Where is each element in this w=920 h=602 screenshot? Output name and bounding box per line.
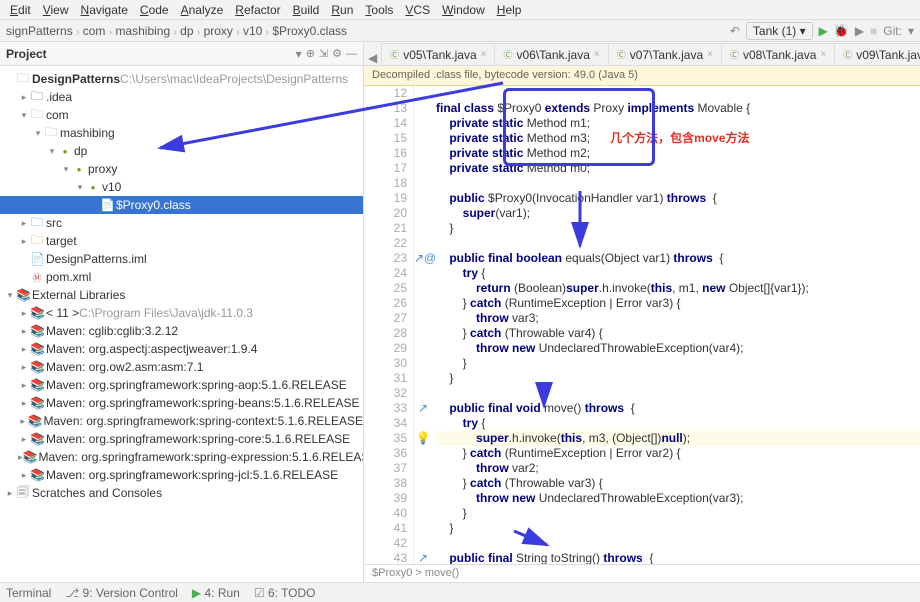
menu-help[interactable]: Help [493, 3, 526, 17]
gear-icon[interactable]: ⚙ [332, 47, 342, 60]
tabs-scroll-left[interactable]: ◀ [364, 51, 381, 65]
status-bar: Terminal ⎇ 9: Version Control ▶ 4: Run ☑… [0, 582, 920, 602]
main-menu-bar: Edit View Navigate Code AnalyzeRefactor Build… [0, 0, 920, 20]
menu-refactor[interactable]: Refactor [231, 3, 284, 17]
tree-item[interactable]: ▾●dp [0, 142, 363, 160]
close-icon[interactable]: × [481, 49, 487, 60]
menu-run[interactable]: Run [327, 3, 357, 17]
run-config-dropdown[interactable]: Tank (1) ▾ [746, 22, 813, 40]
tree-item[interactable]: ▸🗀src [0, 214, 363, 232]
tree-item[interactable]: ▾●proxy [0, 160, 363, 178]
version-control-tab[interactable]: ⎇ 9: Version Control [65, 586, 178, 600]
editor-tab[interactable]: Ⓒv05\Tank.java× [381, 43, 495, 65]
project-root[interactable]: 🗀DesignPatterns C:\Users\mac\IdeaProject… [0, 70, 363, 88]
tree-item[interactable]: ▸📚Maven: org.springframework:spring-expr… [0, 448, 363, 466]
editor-tab[interactable]: Ⓒv09\Tank.java× [834, 43, 920, 65]
tree-item[interactable]: ▸📚Maven: cglib:cglib:3.2.12 [0, 322, 363, 340]
menu-edit[interactable]: Edit [6, 3, 35, 17]
navigation-bar: signPatterns › com › mashibing › dp › pr… [0, 20, 920, 42]
menu-code[interactable]: Code [136, 3, 173, 17]
project-tool-window: Project▾ ⊕ ⇲ ⚙ — 🗀DesignPatterns C:\User… [0, 42, 364, 582]
editor-tabs[interactable]: ◀Ⓒv05\Tank.java×Ⓒv06\Tank.java×Ⓒv07\Tank… [364, 42, 920, 66]
line-number-gutter[interactable]: 1213141516171819202122232425262728293031… [364, 86, 414, 564]
back-icon[interactable]: ↶ [730, 24, 740, 38]
editor-breadcrumb[interactable]: $Proxy0 > move() [364, 564, 920, 582]
git-dropdown-icon[interactable]: ▾ [908, 24, 914, 38]
code-editor[interactable]: final class $Proxy0 extends Proxy implem… [432, 86, 920, 564]
terminal-tab[interactable]: Terminal [6, 586, 51, 600]
menu-tools[interactable]: Tools [361, 3, 397, 17]
tree-item[interactable]: ▸📚Maven: org.aspectj:aspectjweaver:1.9.4 [0, 340, 363, 358]
tree-item[interactable]: ▾🗀com [0, 106, 363, 124]
tree-item[interactable]: ▾●v10 [0, 178, 363, 196]
tree-item[interactable]: ▸📚Maven: org.springframework:spring-bean… [0, 394, 363, 412]
menu-window[interactable]: Window [438, 3, 489, 17]
menu-view[interactable]: View [39, 3, 73, 17]
tree-item[interactable]: 📄DesignPatterns.iml [0, 250, 363, 268]
menu-analyze[interactable]: Analyze [177, 3, 228, 17]
close-icon[interactable]: × [707, 49, 713, 60]
menu-vcs[interactable]: VCS [401, 3, 434, 17]
hide-icon[interactable]: — [346, 48, 357, 60]
tree-item[interactable]: ▸📚Maven: org.springframework:spring-core… [0, 430, 363, 448]
editor-tab[interactable]: Ⓒv08\Tank.java× [721, 43, 835, 65]
external-libraries[interactable]: ▾📚External Libraries [0, 286, 363, 304]
tree-item[interactable]: ▸📚Maven: org.springframework:spring-cont… [0, 412, 363, 430]
tree-item[interactable]: ▸📚Maven: org.ow2.asm:asm:7.1 [0, 358, 363, 376]
tree-item[interactable]: ▸📚< 11 > C:\Program Files\Java\jdk-11.0.… [0, 304, 363, 322]
menu-navigate[interactable]: Navigate [77, 3, 132, 17]
tree-item[interactable]: ▸🗀target [0, 232, 363, 250]
tree-item[interactable]: Ⓜpom.xml [0, 268, 363, 286]
scratches[interactable]: ▸🗐Scratches and Consoles [0, 484, 363, 502]
menu-build[interactable]: Build [289, 3, 324, 17]
proxy0-class-file[interactable]: 📄$Proxy0.class [0, 196, 363, 214]
tree-item[interactable]: ▸📚Maven: org.springframework:spring-aop:… [0, 376, 363, 394]
tree-item[interactable]: ▸🗀.idea [0, 88, 363, 106]
close-icon[interactable]: × [820, 49, 826, 60]
close-icon[interactable]: × [594, 49, 600, 60]
editor-pane: ◀Ⓒv05\Tank.java×Ⓒv06\Tank.java×Ⓒv07\Tank… [364, 42, 920, 582]
breadcrumb[interactable]: signPatterns › com › mashibing › dp › pr… [6, 24, 347, 38]
tree-item[interactable]: ▸📚Maven: org.springframework:spring-jcl:… [0, 466, 363, 484]
gutter-icons[interactable]: ↗@↗💡↗ [414, 86, 432, 564]
todo-tab[interactable]: ☑ 6: TODO [254, 586, 316, 600]
coverage-icon[interactable]: ▶ [855, 24, 864, 38]
editor-tab[interactable]: Ⓒv07\Tank.java× [608, 43, 722, 65]
debug-icon[interactable]: 🐞 [834, 24, 849, 38]
project-header[interactable]: Project▾ ⊕ ⇲ ⚙ — [0, 42, 363, 66]
stop-icon[interactable]: ■ [870, 24, 877, 38]
tree-item[interactable]: ▾🗀mashibing [0, 124, 363, 142]
run-icon[interactable]: ▶ [819, 24, 828, 38]
run-tab[interactable]: ▶ 4: Run [192, 586, 240, 600]
project-tree[interactable]: 🗀DesignPatterns C:\Users\mac\IdeaProject… [0, 66, 363, 506]
settings-icon[interactable]: ⊕ [306, 47, 315, 60]
editor-tab[interactable]: Ⓒv06\Tank.java× [494, 43, 608, 65]
decompiled-notice: Decompiled .class file, bytecode version… [364, 66, 920, 86]
collapse-icon[interactable]: ⇲ [319, 47, 328, 60]
git-label: Git: [883, 24, 902, 38]
